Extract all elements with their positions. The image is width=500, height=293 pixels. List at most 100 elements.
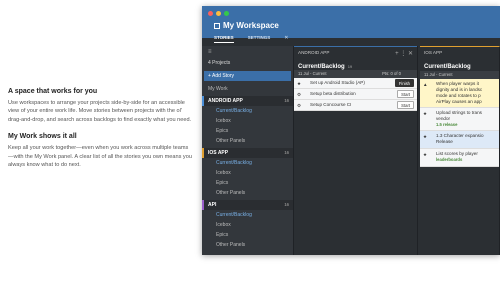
- story-row[interactable]: ⚙ Setup Concourse CI Start: [294, 100, 417, 111]
- sidebar-item-icebox[interactable]: Icebox: [202, 220, 293, 230]
- workspace-title: My Workspace: [214, 21, 279, 30]
- iteration-header: 11 Jul - Current Pts: 0 of 0: [294, 70, 417, 78]
- sidebar-project-header[interactable]: API 16: [202, 200, 293, 210]
- story-label[interactable]: 1.5 release: [436, 122, 496, 128]
- iteration-points: Pts: 0 of 0: [382, 71, 401, 76]
- story-type-icon: ★: [423, 111, 428, 116]
- sidebar-project-groups: ANDROID APP 16 Current/Backlog Icebox Epics O…: [202, 96, 293, 250]
- panel-android-backlog: ANDROID APP Current/Backlog 19 + ⋮ ✕ 11 J…: [294, 46, 418, 255]
- project-color-bar: [202, 200, 204, 210]
- sidebar-item-other-panels[interactable]: Other Panels: [202, 136, 293, 146]
- story-row[interactable]: ⚙ Setup beta distribution Start: [294, 89, 417, 100]
- story-state-button[interactable]: Start: [397, 90, 414, 98]
- sidebar-item-label: Other Panels: [216, 242, 246, 248]
- sidebar-item-icebox[interactable]: Icebox: [202, 116, 293, 126]
- workspace-content: ≡ 4 Projects + Add Story My Work ANDROID…: [202, 46, 500, 255]
- project-color-bar: [202, 96, 204, 106]
- panel-title: Current/Backlog: [424, 64, 471, 70]
- project-name: API: [208, 202, 217, 208]
- sidebar-item-label: Icebox: [216, 118, 231, 124]
- story-row[interactable]: ★ 1.3 Character expansio Release: [420, 131, 499, 149]
- maximize-window-icon[interactable]: [224, 11, 229, 16]
- story-list: ▲ When player warps it dignity and is in …: [420, 79, 499, 167]
- panel-header: ANDROID APP Current/Backlog 19 + ⋮ ✕: [294, 46, 417, 70]
- tab-settings[interactable]: SETTINGS: [248, 35, 271, 43]
- sidebar-item-current-backlog[interactable]: Current/Backlog: [202, 210, 293, 220]
- story-row[interactable]: ▲ When player warps it dignity and is in …: [420, 79, 499, 108]
- minimize-window-icon[interactable]: [216, 11, 221, 16]
- story-type-icon: ★: [297, 81, 302, 86]
- sidebar-item-label: Current/Backlog: [216, 108, 252, 114]
- sidebar-item-label: Epics: [216, 128, 229, 134]
- project-name: IOS APP: [208, 150, 229, 156]
- projects-count[interactable]: 4 Projects: [202, 58, 293, 70]
- close-window-icon[interactable]: [208, 11, 213, 16]
- story-row[interactable]: ★ List scores by player leaderboards: [420, 149, 499, 167]
- project-count: 16: [284, 150, 289, 155]
- title-bar: My Workspace STORIES SETTINGS ✕: [202, 6, 500, 43]
- story-title: Setup Concourse CI: [310, 102, 352, 107]
- heading-workspace: A space that works for you: [8, 88, 98, 95]
- panel-tools[interactable]: + ⋮ ✕: [395, 50, 413, 57]
- sidebar-item-label: Epics: [216, 232, 229, 238]
- sidebar-item-label: Epics: [216, 180, 229, 186]
- workspace-title-text: My Workspace: [223, 21, 279, 30]
- app-window: My Workspace STORIES SETTINGS ✕ ≡ 4 Proj…: [202, 6, 500, 255]
- panel-header: IOS APP Current/Backlog: [420, 47, 499, 71]
- story-type-icon: ★: [423, 134, 428, 139]
- sidebar-item-epics[interactable]: Epics: [202, 230, 293, 240]
- project-count: 16: [284, 202, 289, 207]
- story-type-icon: ⚙: [297, 103, 302, 108]
- sidebar-item-label: Current/Backlog: [216, 160, 252, 166]
- window-controls: [208, 11, 229, 16]
- story-title: Upload strings to trans vendor: [436, 110, 482, 121]
- sidebar-item-other-panels[interactable]: Other Panels: [202, 188, 293, 198]
- story-title: Setup beta distribution: [310, 91, 356, 96]
- story-list: ★ Set up Android Studio (AP) Finish ⚙ Setup …: [294, 78, 417, 111]
- sidebar: ≡ 4 Projects + Add Story My Work ANDROID…: [202, 46, 294, 255]
- story-title: 1.3 Character expansio Release: [436, 133, 484, 144]
- paragraph-workspace: Use workspaces to arrange your projects …: [8, 100, 192, 123]
- story-type-icon: ★: [423, 152, 428, 157]
- story-row[interactable]: ★ Set up Android Studio (AP) Finish: [294, 78, 417, 89]
- project-name: ANDROID APP: [208, 98, 243, 104]
- iteration-label: 11 Jul - Current: [298, 71, 327, 76]
- tab-stories[interactable]: STORIES: [214, 35, 234, 43]
- sidebar-item-epics[interactable]: Epics: [202, 126, 293, 136]
- page: A space that works for you Use workspace…: [0, 0, 500, 293]
- iteration-label: 11 Jul - Current: [424, 72, 453, 77]
- heading-my-work: My Work shows it all: [8, 133, 77, 141]
- panel-ios-backlog: IOS APP Current/Backlog 11 Jul - Current…: [420, 46, 500, 255]
- add-story-button[interactable]: + Add Story: [204, 71, 291, 81]
- sidebar-item-epics[interactable]: Epics: [202, 178, 293, 188]
- sidebar-item-current-backlog[interactable]: Current/Backlog: [202, 158, 293, 168]
- story-title: Set up Android Studio (AP): [310, 80, 365, 85]
- close-tab-icon[interactable]: ✕: [284, 35, 288, 43]
- project-count: 16: [284, 98, 289, 103]
- sidebar-item-icebox[interactable]: Icebox: [202, 168, 293, 178]
- menu-icon[interactable]: ≡: [202, 46, 293, 58]
- sidebar-item-label: Current/Backlog: [216, 212, 252, 218]
- story-label[interactable]: leaderboards: [436, 157, 496, 163]
- sidebar-project-header[interactable]: IOS APP 16: [202, 148, 293, 158]
- sidebar-item-other-panels[interactable]: Other Panels: [202, 240, 293, 250]
- story-state-button[interactable]: Finish: [394, 79, 414, 87]
- story-state-button[interactable]: Start: [397, 101, 414, 109]
- panel-count: 19: [347, 64, 353, 69]
- project-color-bar: [202, 148, 204, 158]
- iteration-header: 11 Jul - Current: [420, 71, 499, 79]
- sidebar-item-my-work[interactable]: My Work: [202, 84, 293, 94]
- sidebar-item-label: Other Panels: [216, 190, 246, 196]
- story-title: When player warps it dignity and is in l…: [436, 81, 483, 104]
- sidebar-item-label: Other Panels: [216, 138, 246, 144]
- my-work-label: My Work: [208, 86, 228, 92]
- story-row[interactable]: ★ Upload strings to trans vendor 1.5 relea…: [420, 108, 499, 131]
- sidebar-item-current-backlog[interactable]: Current/Backlog: [202, 106, 293, 116]
- story-type-icon: ⚙: [297, 92, 302, 97]
- tab-bar: STORIES SETTINGS ✕: [214, 35, 288, 43]
- sidebar-item-label: Icebox: [216, 170, 231, 176]
- marketing-copy: A space that works for you Use workspace…: [8, 88, 193, 178]
- sidebar-item-label: Icebox: [216, 222, 231, 228]
- story-type-icon: ▲: [423, 82, 428, 87]
- sidebar-project-header[interactable]: ANDROID APP 16: [202, 96, 293, 106]
